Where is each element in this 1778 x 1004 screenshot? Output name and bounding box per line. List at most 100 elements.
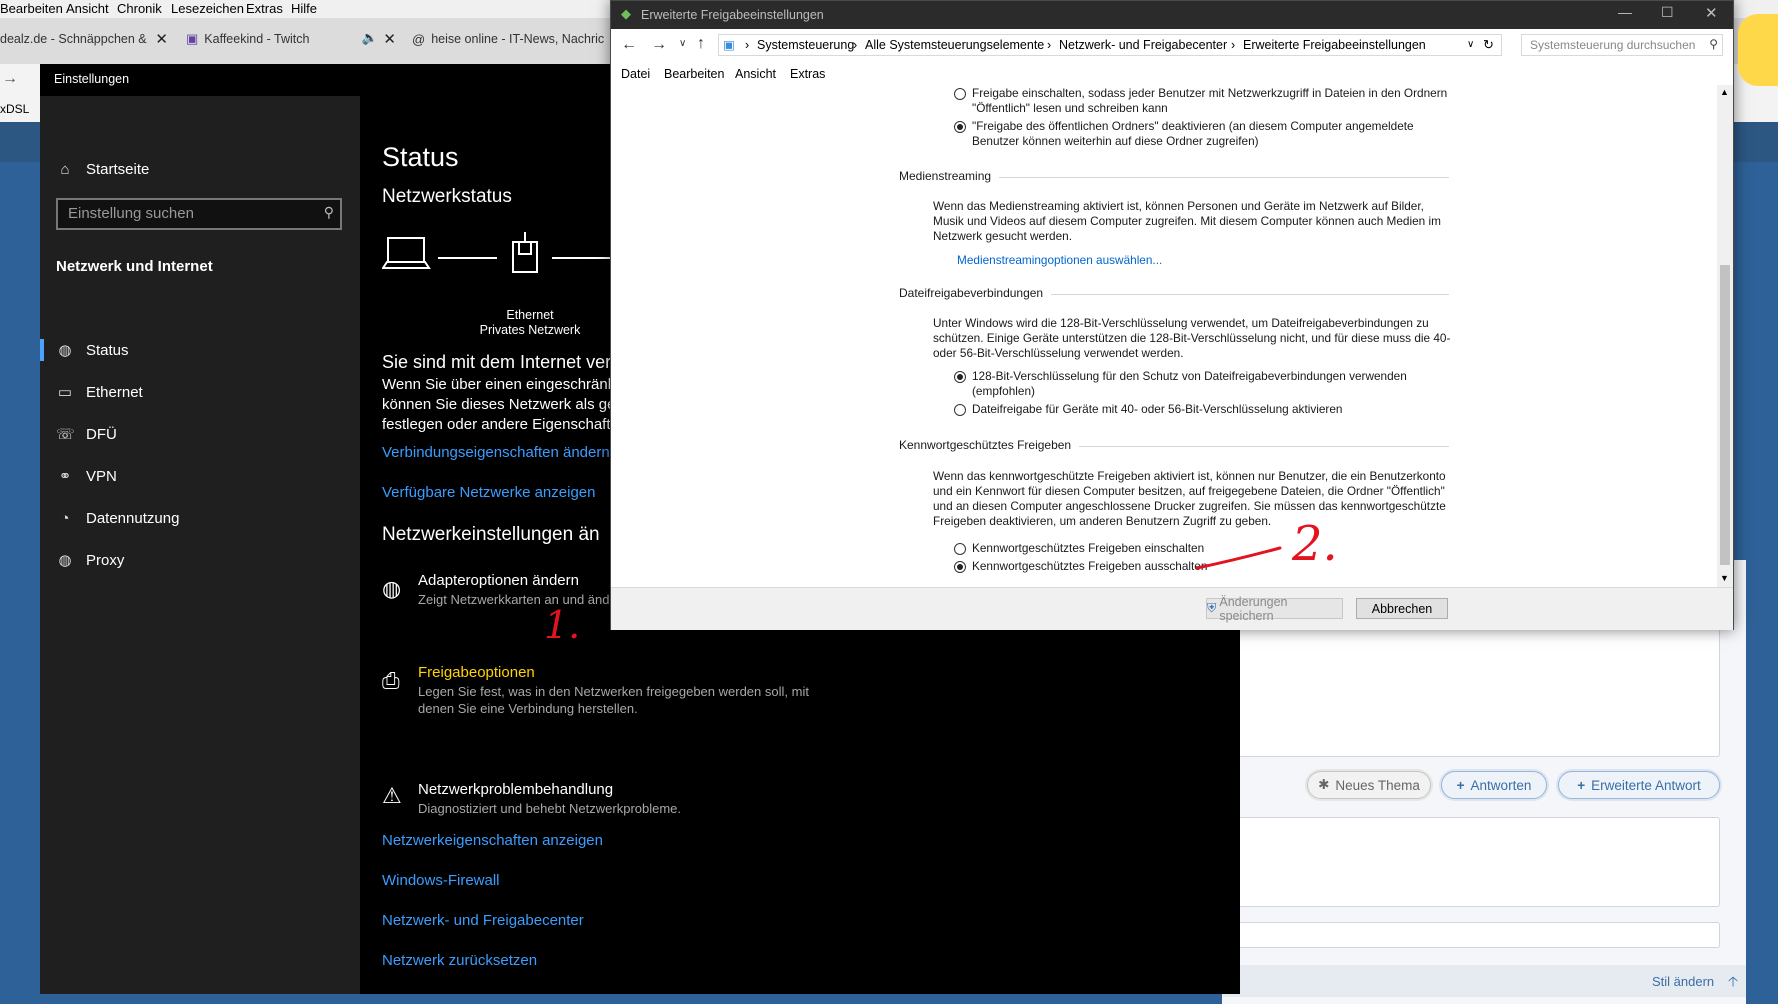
- nav-item-ethernet[interactable]: ▭ Ethernet: [40, 373, 360, 411]
- dialog-scrollbar[interactable]: ▲ ▼: [1717, 85, 1733, 587]
- up-icon[interactable]: ↑: [697, 35, 705, 53]
- encryption-128-radio[interactable]: [954, 371, 966, 383]
- scroll-up-icon[interactable]: ▲: [1720, 87, 1729, 97]
- connection-properties-link[interactable]: Verbindungseigenschaften ändern: [382, 444, 610, 461]
- arrow-up-icon[interactable]: 🡡: [1728, 971, 1738, 995]
- save-label: Änderungen speichern: [1219, 594, 1288, 623]
- refresh-icon[interactable]: ↻: [1483, 37, 1494, 53]
- search-icon[interactable]: ⚲: [324, 204, 334, 221]
- media-text: Musik und Videos auf diesem Computer zug…: [933, 214, 1441, 228]
- breadcrumb-item[interactable]: Systemsteuerung: [757, 38, 854, 52]
- sharing-center-link[interactable]: Netzwerk- und Freigabecenter: [382, 912, 584, 929]
- menu-chronik[interactable]: Chronik: [117, 1, 162, 16]
- password-text: und ein Kennwort für diesen Computer bes…: [933, 484, 1445, 498]
- menu-datei[interactable]: Datei: [621, 67, 650, 81]
- settings-nav: ⌂ Startseite Einstellung suchen ⚲ Netzwe…: [40, 96, 360, 994]
- breadcrumb-item[interactable]: Alle Systemsteuerungselemente: [865, 38, 1044, 52]
- menu-hilfe[interactable]: Hilfe: [291, 1, 317, 16]
- nav-item-proxy[interactable]: ◍ Proxy: [40, 541, 360, 579]
- menu-lesezeichen[interactable]: Lesezeichen: [171, 1, 244, 16]
- section-label: Medienstreaming: [899, 169, 1000, 183]
- nav-item-vpn[interactable]: ⚭ VPN: [40, 457, 360, 495]
- nav-item-dfue[interactable]: ☏ DFÜ: [40, 415, 360, 453]
- search-icon[interactable]: ⚲: [1709, 37, 1718, 51]
- cp-search-input[interactable]: Systemsteuerung durchsuchen ⚲: [1521, 34, 1723, 56]
- option-text: "Freigabe des öffentlichen Ordners" deak…: [972, 119, 1414, 133]
- menu-extras[interactable]: Extras: [246, 1, 283, 16]
- change-style-link[interactable]: Stil ändern: [1652, 974, 1714, 989]
- breadcrumb[interactable]: ▣ › Systemsteuerung › Alle Systemsteueru…: [718, 34, 1502, 56]
- windows-firewall-link[interactable]: Windows-Firewall: [382, 872, 500, 889]
- public-off-radio[interactable]: [954, 121, 966, 133]
- tab-label: Kaffeekind - Twitch: [204, 32, 310, 46]
- option-troubleshoot[interactable]: ⚠ Netzwerkproblembehandlung Diagnostizie…: [382, 781, 942, 823]
- browser-tab[interactable]: @ heise online - IT-News, Nachric: [412, 24, 612, 54]
- cancel-button[interactable]: Abbrechen: [1356, 598, 1448, 619]
- nav-item-datennutzung[interactable]: ◔ Datennutzung: [40, 499, 360, 537]
- public-on-radio[interactable]: [954, 88, 966, 100]
- encryption-40-56-radio[interactable]: [954, 404, 966, 416]
- network-properties-link[interactable]: Netzwerkeigenschaften anzeigen: [382, 832, 603, 849]
- password-text: Freigeben deaktivieren, um anderen Benut…: [933, 514, 1272, 528]
- nav-home[interactable]: ⌂ Startseite: [40, 150, 360, 188]
- network-reset-link[interactable]: Netzwerk zurücksetzen: [382, 952, 537, 969]
- bookmark-item[interactable]: xDSL: [0, 102, 29, 116]
- chevron-down-icon[interactable]: ∨: [679, 38, 686, 49]
- option-sharing[interactable]: ⎙ Freigabeoptionen Legen Sie fest, was i…: [382, 664, 942, 716]
- nav-item-label: Status: [86, 341, 129, 359]
- menu-extras[interactable]: Extras: [790, 67, 825, 81]
- extended-reply-button[interactable]: + Erweiterte Antwort: [1558, 771, 1720, 799]
- connected-text-line: Wenn Sie über einen eingeschränk: [382, 376, 616, 393]
- settings-search-input[interactable]: Einstellung suchen ⚲: [56, 198, 342, 230]
- cp-search-placeholder: Systemsteuerung durchsuchen: [1530, 38, 1696, 52]
- scroll-down-icon[interactable]: ▼: [1720, 573, 1729, 583]
- breadcrumb-item[interactable]: Erweiterte Freigabeeinstellungen: [1243, 38, 1426, 52]
- available-networks-link[interactable]: Verfügbare Netzwerke anzeigen: [382, 484, 595, 501]
- breadcrumb-sep-icon: ›: [745, 38, 750, 52]
- media-options-link[interactable]: Medienstreamingoptionen auswählen...: [957, 253, 1162, 268]
- breadcrumb-sep-icon: ›: [1231, 38, 1236, 52]
- option-title: Adapteroptionen ändern: [418, 572, 579, 589]
- filesharing-text: schützen. Einige Geräte unterstützen die…: [933, 331, 1451, 345]
- close-icon[interactable]: ✕: [155, 30, 168, 48]
- close-icon[interactable]: ✕: [1705, 4, 1718, 22]
- password-off-radio[interactable]: [954, 561, 966, 573]
- close-icon[interactable]: ✕: [383, 30, 396, 48]
- dialog-menubar: Datei Bearbeiten Ansicht Extras: [611, 63, 1733, 85]
- back-icon[interactable]: ←: [621, 36, 637, 54]
- tab-label: heise online - IT-News, Nachric: [431, 32, 605, 46]
- save-changes-button[interactable]: ⛨ Änderungen speichern: [1206, 595, 1343, 623]
- dialog-title: Erweiterte Freigabeeinstellungen: [641, 8, 824, 22]
- breadcrumb-sep-icon: ›: [853, 38, 858, 52]
- option-desc: denen Sie eine Verbindung herstellen.: [418, 701, 638, 716]
- chevron-down-icon[interactable]: ∨: [1467, 39, 1474, 50]
- maximize-icon[interactable]: ☐: [1661, 4, 1674, 21]
- nav-item-label: Proxy: [86, 551, 125, 569]
- minimize-icon[interactable]: —: [1618, 4, 1632, 20]
- ethernet-port-icon: [512, 232, 538, 273]
- reply-textarea[interactable]: [1222, 817, 1720, 907]
- reply-button[interactable]: + Antworten: [1441, 771, 1547, 799]
- address-bar: ← → ∨ ↑ ▣ › Systemsteuerung › Alle Syste…: [611, 29, 1733, 64]
- nav-item-status[interactable]: ◍ Status: [40, 331, 360, 369]
- menu-ansicht[interactable]: Ansicht: [66, 1, 109, 16]
- nav-category-heading: Netzwerk und Internet: [56, 258, 213, 275]
- menu-ansicht[interactable]: Ansicht: [735, 67, 776, 81]
- shield-icon: ⛨: [1207, 601, 1217, 615]
- menu-bearbeiten[interactable]: Bearbeiten: [0, 1, 63, 16]
- monitor-icon: ▭: [57, 384, 73, 401]
- option-text: "Öffentlich" lesen und schreiben kann: [972, 101, 1168, 115]
- speaker-icon[interactable]: 🔈: [362, 30, 378, 46]
- browser-tab[interactable]: dealz.de - Schnäppchen & ✕: [0, 24, 168, 54]
- scrollbar-thumb[interactable]: [1720, 265, 1730, 565]
- browser-tab[interactable]: ▣ Kaffeekind - Twitch 🔈 ✕: [186, 24, 396, 54]
- password-on-radio[interactable]: [954, 543, 966, 555]
- forward-icon[interactable]: →: [651, 36, 667, 54]
- forward-icon[interactable]: →: [2, 70, 18, 88]
- option-text: (empfohlen): [972, 384, 1035, 398]
- network-diagram: [382, 232, 612, 273]
- new-topic-button[interactable]: ✱ Neues Thema: [1307, 771, 1431, 799]
- menu-bearbeiten[interactable]: Bearbeiten: [664, 67, 724, 81]
- forum-input[interactable]: [1222, 922, 1720, 948]
- breadcrumb-item[interactable]: Netzwerk- und Freigabecenter: [1059, 38, 1227, 52]
